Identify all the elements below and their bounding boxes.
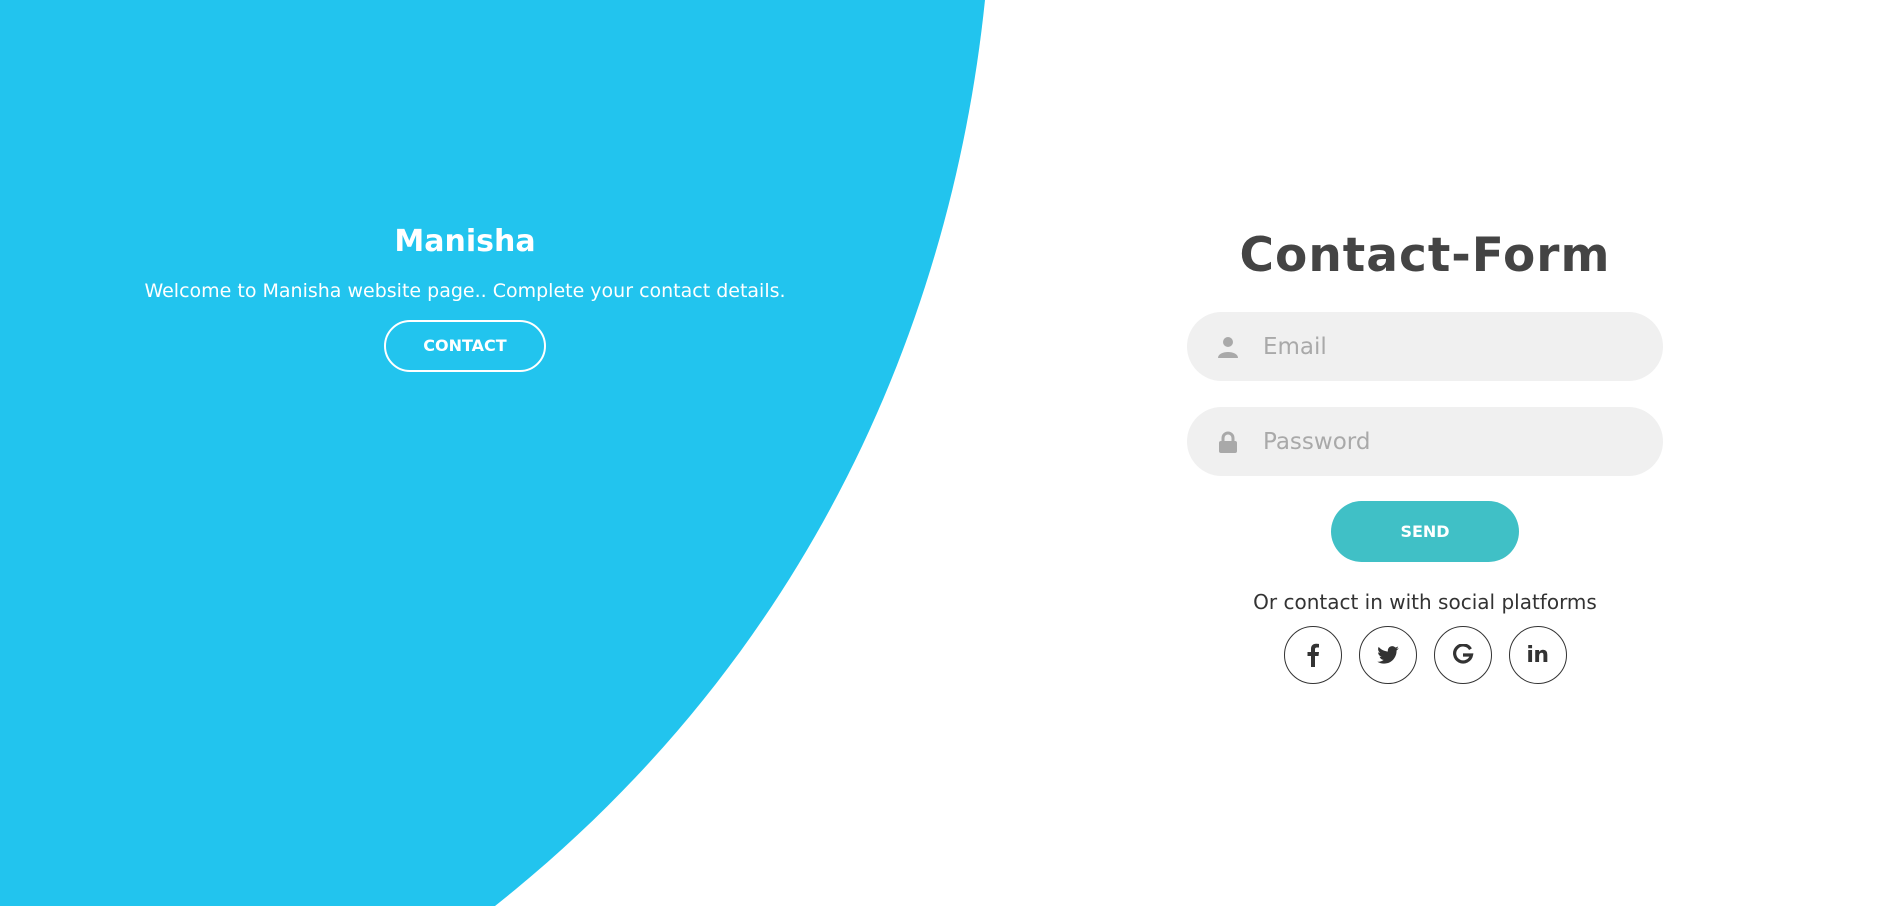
google-button[interactable] bbox=[1433, 626, 1492, 684]
social-links: in bbox=[1187, 626, 1663, 684]
contact-form: Contact-Form SEND Or contact in with soc… bbox=[1187, 226, 1663, 684]
hero-panel: Manisha Welcome to Manisha website page.… bbox=[110, 220, 820, 372]
send-button[interactable]: SEND bbox=[1331, 501, 1519, 562]
hero-welcome-text: Welcome to Manisha website page.. Comple… bbox=[144, 280, 786, 302]
email-field[interactable] bbox=[1187, 312, 1663, 381]
twitter-button[interactable] bbox=[1358, 626, 1417, 684]
hero-title: Manisha bbox=[394, 224, 536, 259]
linkedin-button[interactable]: in bbox=[1508, 626, 1567, 684]
password-input[interactable] bbox=[1263, 407, 1633, 476]
google-icon bbox=[1452, 644, 1473, 664]
linkedin-icon: in bbox=[1526, 642, 1549, 668]
page: Manisha Welcome to Manisha website page.… bbox=[0, 0, 1897, 906]
email-input[interactable] bbox=[1263, 312, 1633, 381]
form-title: Contact-Form bbox=[1239, 228, 1611, 283]
social-prompt-text: Or contact in with social platforms bbox=[1253, 590, 1597, 614]
contact-button[interactable]: CONTACT bbox=[384, 320, 546, 372]
twitter-icon bbox=[1376, 646, 1399, 664]
facebook-button[interactable] bbox=[1283, 626, 1342, 684]
facebook-icon bbox=[1307, 643, 1319, 667]
user-icon bbox=[1218, 337, 1238, 358]
lock-icon bbox=[1219, 431, 1237, 453]
password-field[interactable] bbox=[1187, 407, 1663, 476]
